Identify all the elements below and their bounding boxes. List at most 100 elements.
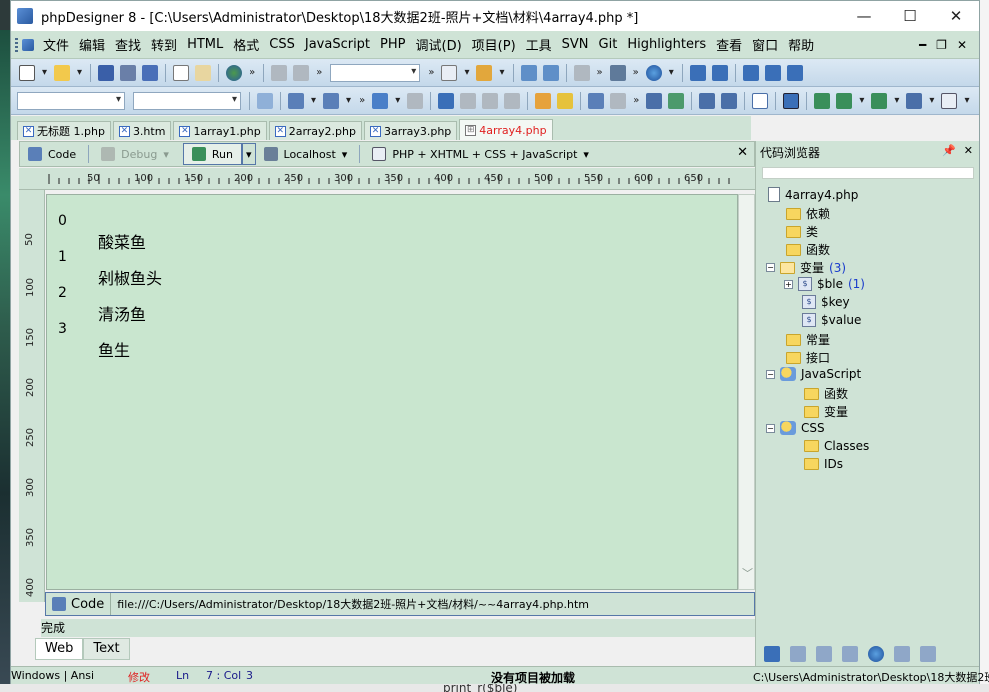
- image-icon[interactable]: [668, 92, 685, 109]
- edit-dropdown-icon[interactable]: ▾: [964, 95, 969, 106]
- form-icon[interactable]: [288, 92, 304, 109]
- menu-view[interactable]: 查看: [711, 35, 747, 54]
- globe-icon[interactable]: [645, 64, 662, 81]
- new-dropdown-icon[interactable]: ▾: [42, 67, 47, 78]
- run-dropdown-icon[interactable]: ▾: [859, 95, 864, 106]
- toolbar-overflow-icon[interactable]: »: [633, 67, 639, 78]
- edit-icon[interactable]: [941, 92, 958, 109]
- tree-node-interfaces[interactable]: 接口: [786, 349, 830, 366]
- menu-edit[interactable]: 编辑: [74, 35, 110, 54]
- block-comment-icon[interactable]: [504, 92, 521, 109]
- settings-dropdown-icon[interactable]: ▾: [929, 95, 934, 106]
- frame-icon[interactable]: [752, 92, 769, 109]
- close-button[interactable]: ✕: [933, 1, 979, 31]
- tab-close-icon[interactable]: ✕: [370, 125, 381, 137]
- tab-text[interactable]: Text: [83, 638, 130, 660]
- expand-icon[interactable]: +: [784, 279, 793, 289]
- ftp-tab-icon[interactable]: [868, 646, 884, 662]
- filter-clear-icon[interactable]: [542, 64, 559, 81]
- snippets-tab-icon[interactable]: [790, 646, 806, 662]
- tree-node-js-variables[interactable]: 变量: [804, 403, 848, 420]
- tree-node-javascript[interactable]: − JavaScript: [766, 367, 861, 381]
- menu-tools[interactable]: 工具: [521, 35, 557, 54]
- tab-3array3[interactable]: ✕ 3array3.php: [364, 121, 458, 140]
- language-mode-button[interactable]: PHP + XHTML + CSS + JavaScript ▾: [364, 143, 597, 165]
- menu-project[interactable]: 项目(P): [467, 35, 521, 54]
- tab-close-icon[interactable]: ✕: [274, 125, 286, 137]
- tab-4array4[interactable]: ⊞ 4array4.php: [459, 119, 553, 140]
- window-tile-icon[interactable]: [711, 64, 728, 81]
- menu-file[interactable]: 文件: [38, 35, 74, 54]
- tab-3-htm[interactable]: ✕ 3.htm: [112, 121, 172, 140]
- cut-icon[interactable]: [271, 64, 288, 81]
- preview-icon[interactable]: [783, 92, 800, 109]
- run-button[interactable]: Run: [182, 143, 242, 165]
- title-bar[interactable]: phpDesigner 8 - [C:\Users\Administrator\…: [11, 1, 979, 31]
- uncomment-icon[interactable]: [482, 92, 499, 109]
- panel-close-icon[interactable]: ✕: [964, 144, 973, 157]
- tree-node-var-ble[interactable]: + $ $ble (1): [784, 277, 865, 291]
- split-horizontal-icon[interactable]: [742, 64, 759, 81]
- mdi-restore-button[interactable]: ❐: [936, 38, 947, 52]
- collapse-icon[interactable]: −: [766, 263, 775, 272]
- toolbar-overflow-icon[interactable]: »: [249, 67, 255, 78]
- tree-node-js-functions[interactable]: 函数: [804, 385, 848, 402]
- preview-scrollbar[interactable]: ﹀: [738, 194, 755, 590]
- menu-debug[interactable]: 调试(D): [411, 35, 467, 54]
- grid-icon[interactable]: [699, 92, 716, 109]
- debug-step-icon[interactable]: [372, 92, 389, 109]
- menu-php[interactable]: PHP: [375, 37, 410, 52]
- scroll-down-icon[interactable]: ﹀: [742, 565, 753, 581]
- link-icon[interactable]: [646, 92, 663, 109]
- deploy-dropdown-icon[interactable]: ▾: [894, 95, 899, 106]
- function-select[interactable]: [133, 91, 241, 110]
- menu-goto[interactable]: 转到: [146, 35, 182, 54]
- settings-icon[interactable]: [906, 92, 923, 109]
- marker-icon[interactable]: [610, 92, 627, 109]
- save-icon[interactable]: [98, 64, 115, 81]
- font-select[interactable]: [330, 63, 421, 82]
- tab-untitled-1[interactable]: ✕ 无标题 1.php: [17, 121, 111, 140]
- document-tab-icon[interactable]: [894, 646, 910, 662]
- menu-help[interactable]: 帮助: [783, 35, 819, 54]
- debug-dropdown-icon[interactable]: ▾: [395, 95, 400, 106]
- mdi-minimize-button[interactable]: ━: [919, 38, 926, 52]
- minimize-button[interactable]: —: [841, 1, 887, 31]
- toolbar-overflow-icon[interactable]: »: [359, 95, 365, 106]
- menu-window[interactable]: 窗口: [747, 35, 783, 54]
- form-dropdown-icon[interactable]: ▾: [311, 95, 316, 106]
- sync-icon[interactable]: [257, 92, 273, 109]
- tab-close-icon[interactable]: ✕: [23, 125, 34, 137]
- comment-icon[interactable]: [460, 92, 477, 109]
- tab-2array2[interactable]: ✕ 2array2.php: [268, 121, 362, 140]
- tab-1array1[interactable]: ✕ 1array1.php: [173, 121, 267, 140]
- toolbar-overflow-icon[interactable]: »: [597, 67, 603, 78]
- save-all-icon[interactable]: [142, 64, 159, 81]
- menu-css[interactable]: CSS: [264, 37, 300, 52]
- debug-button[interactable]: Debug ▾: [93, 143, 177, 165]
- split-vertical-icon[interactable]: [764, 64, 781, 81]
- save-as-icon[interactable]: [120, 64, 137, 81]
- table-icon[interactable]: [323, 92, 340, 109]
- menu-find[interactable]: 查找: [110, 35, 146, 54]
- menu-highlighters[interactable]: Highlighters: [622, 37, 711, 52]
- tree-node-functions[interactable]: 函数: [786, 241, 830, 258]
- more-tab-icon[interactable]: [920, 646, 936, 662]
- menu-grip[interactable]: [15, 37, 18, 52]
- tab-close-icon[interactable]: ✕: [179, 125, 191, 137]
- preview-content[interactable]: 0 酸菜鱼 1 剁椒鱼头 2 清汤鱼 3 鱼生: [46, 194, 738, 590]
- address-code-button[interactable]: Code: [46, 593, 112, 615]
- code-browser-tab-icon[interactable]: [764, 646, 780, 662]
- collapse-icon[interactable]: −: [766, 369, 775, 379]
- window-layout-icon[interactable]: [689, 64, 706, 81]
- tree-node-var-value[interactable]: $ $value: [802, 313, 861, 327]
- browser-preview-icon[interactable]: [226, 64, 243, 81]
- snippet-icon[interactable]: [476, 64, 493, 81]
- menu-format[interactable]: 格式: [228, 35, 264, 54]
- globe-dropdown-icon[interactable]: ▾: [669, 67, 674, 78]
- ftp-icon[interactable]: [609, 64, 626, 81]
- indent-icon[interactable]: [438, 92, 455, 109]
- deploy-icon[interactable]: [871, 92, 888, 109]
- toolbar-overflow-icon[interactable]: »: [428, 67, 434, 78]
- code-browser-filter[interactable]: [762, 167, 974, 179]
